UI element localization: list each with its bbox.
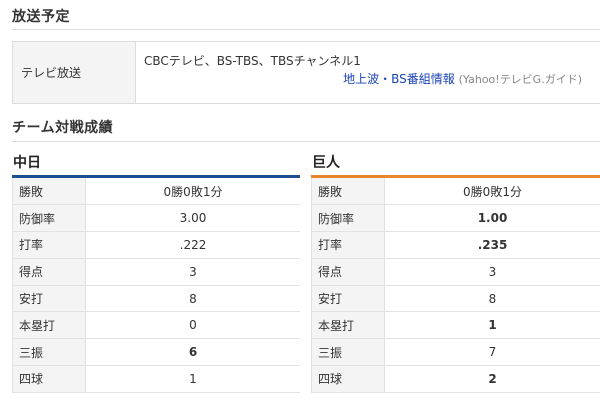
stat-row: 四球 1 [12,365,300,393]
stat-value: 3 [384,258,600,286]
tv-guide-link[interactable]: 地上波・BS番組情報 [343,72,455,86]
stat-value: 3 [85,258,300,286]
stat-row: 勝敗 0勝0敗1分 [311,178,600,206]
stat-label: 勝敗 [311,178,385,206]
stat-row: 三振 6 [12,338,300,367]
stat-label: 防御率 [12,204,86,233]
stat-label: 打率 [311,231,385,259]
stat-label: 得点 [311,258,385,286]
stat-row: 安打 8 [12,285,300,313]
broadcast-channels: CBCテレビ、BS-TBS、TBSチャンネル1 [144,54,361,68]
stat-value: .222 [85,231,300,259]
broadcast-info: CBCテレビ、BS-TBS、TBSチャンネル1 地上波・BS番組情報 (Yaho… [136,42,600,103]
stat-row: 打率 .235 [311,231,600,259]
stat-label: 四球 [12,365,86,393]
matchup-section-divider [12,141,600,142]
team-panel-giants: 巨人 勝敗 0勝0敗1分 防御率 1.00 打率 .235 得点 3 安打 8 本塁打 1 三振 7 四球 2 [311,153,600,393]
stat-row: 得点 3 [311,258,600,286]
stat-row: 本塁打 1 [311,311,600,340]
stat-label: 三振 [12,338,86,367]
stat-value: 2 [384,365,600,393]
stat-value: 1 [85,365,300,393]
stat-value: 8 [85,285,300,313]
team-name: 中日 [13,155,41,171]
broadcast-table: テレビ放送 CBCテレビ、BS-TBS、TBSチャンネル1 地上波・BS番組情報… [12,41,600,104]
stat-label: 勝敗 [12,178,86,206]
stat-label: 本塁打 [12,311,86,340]
stat-row: 三振 7 [311,338,600,367]
stat-value: .235 [384,231,600,259]
stat-value: 8 [384,285,600,313]
stat-row: 防御率 1.00 [311,204,600,233]
stat-value: 1 [384,311,600,340]
stat-label: 四球 [311,365,385,393]
stat-row: 防御率 3.00 [12,204,300,233]
stat-row: 安打 8 [311,285,600,313]
broadcast-label: テレビ放送 [13,42,136,103]
stat-label: 打率 [12,231,86,259]
stat-row: 本塁打 0 [12,311,300,340]
stat-value: 3.00 [85,204,300,233]
stat-label: 安打 [311,285,385,313]
stat-label: 安打 [12,285,86,313]
stat-value: 6 [85,338,300,367]
stat-row: 四球 2 [311,365,600,393]
stat-label: 本塁打 [311,311,385,340]
broadcast-section-title: 放送予定 [12,9,70,25]
team-stats-table: 勝敗 0勝0敗1分 防御率 3.00 打率 .222 得点 3 安打 8 本塁打 0 三振 6 四球 1 [12,178,300,393]
team-stats-table: 勝敗 0勝0敗1分 防御率 1.00 打率 .235 得点 3 安打 8 本塁打 1 三振 7 四球 2 [311,178,600,393]
stat-value: 7 [384,338,600,367]
stat-label: 得点 [12,258,86,286]
team-name: 巨人 [312,155,340,171]
stat-value: 0 [85,311,300,340]
stat-row: 打率 .222 [12,231,300,259]
stat-row: 得点 3 [12,258,300,286]
broadcast-section-divider [12,29,600,30]
stat-value: 0勝0敗1分 [384,178,600,206]
broadcast-link-row: 地上波・BS番組情報 (Yahoo!テレビG.ガイド) [343,70,582,87]
stat-label: 三振 [311,338,385,367]
stat-value: 0勝0敗1分 [85,178,300,206]
stat-value: 1.00 [384,204,600,233]
matchup-section-title: チーム対戦成績 [12,120,114,136]
stat-row: 勝敗 0勝0敗1分 [12,178,300,206]
stat-label: 防御率 [311,204,385,233]
team-panel-chunichi: 中日 勝敗 0勝0敗1分 防御率 3.00 打率 .222 得点 3 安打 8 本塁打 0 三振 6 四球 1 [12,153,300,393]
tv-guide-source: (Yahoo!テレビG.ガイド) [458,73,582,86]
